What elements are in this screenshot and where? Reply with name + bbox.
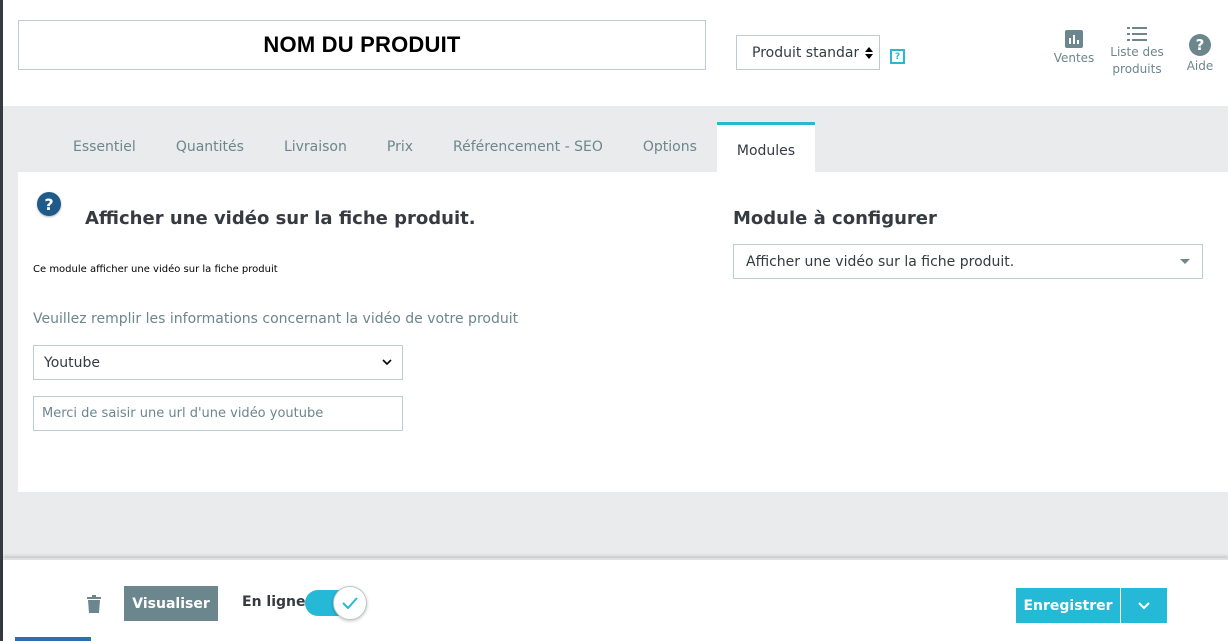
product-type-value: Produit standard (752, 44, 859, 61)
caret-down-icon (1180, 259, 1190, 264)
tool-product-list-label: Liste des produits (1110, 45, 1164, 76)
tab-options[interactable]: Options (623, 122, 717, 172)
module-help-glyph: ? (44, 194, 54, 214)
bottom-accent-bar (15, 637, 91, 641)
product-name-field[interactable]: NOM DU PRODUIT (18, 20, 706, 70)
tool-aide-label: Aide (1186, 59, 1214, 73)
video-url-input[interactable] (33, 396, 403, 431)
module-config-value: Afficher une vidéo sur la fiche produit. (746, 253, 1015, 270)
svg-text:?: ? (1196, 36, 1205, 54)
product-type-help-icon[interactable]: ? (890, 49, 905, 64)
header: NOM DU PRODUIT Produit standard ? Ventes… (3, 0, 1228, 106)
tab-essentiel[interactable]: Essentiel (53, 122, 156, 172)
module-title: Afficher une vidéo sur la fiche produit. (85, 208, 476, 229)
module-description: Ce module afficher une vidéo sur la fich… (33, 264, 278, 275)
tab-prix[interactable]: Prix (367, 122, 433, 172)
module-help-icon[interactable]: ? (37, 192, 61, 216)
help-badge-glyph: ? (894, 51, 901, 62)
sort-arrows-icon (859, 36, 879, 69)
tool-ventes-label: Ventes (1053, 51, 1095, 65)
tab-seo[interactable]: Référencement - SEO (433, 122, 623, 172)
save-button[interactable]: Enregistrer (1016, 588, 1120, 623)
product-tabs: Essentiel Quantités Livraison Prix Référ… (53, 122, 816, 172)
tab-livraison[interactable]: Livraison (264, 122, 367, 172)
list-icon (1127, 27, 1147, 41)
module-instructions: Veuillez remplir les informations concer… (33, 311, 519, 327)
tool-product-list[interactable]: Liste des produits (1107, 26, 1167, 78)
save-options-button[interactable] (1121, 588, 1167, 623)
product-type-select[interactable]: Produit standard (736, 35, 880, 70)
video-source-select[interactable]: Youtube (33, 345, 403, 380)
tab-quantites[interactable]: Quantités (156, 122, 264, 172)
online-label: En ligne (242, 594, 306, 610)
preview-button[interactable]: Visualiser (124, 586, 218, 621)
online-toggle[interactable] (303, 586, 367, 620)
chevron-down-icon (1138, 601, 1150, 609)
product-name-text: NOM DU PRODUIT (263, 32, 461, 57)
chevron-down-icon (382, 359, 392, 366)
content-area: Essentiel Quantités Livraison Prix Référ… (3, 106, 1228, 558)
trash-icon[interactable] (87, 595, 101, 617)
modules-panel: ? Afficher une vidéo sur la fiche produi… (18, 172, 1228, 492)
footer-toolbar: Visualiser En ligne Enregistrer (3, 558, 1228, 641)
tab-modules[interactable]: Modules (716, 122, 816, 172)
bar-chart-icon (1065, 30, 1083, 48)
tool-ventes[interactable]: Ventes (1046, 30, 1102, 67)
video-source-value: Youtube (44, 354, 100, 371)
configure-title: Module à configurer (733, 208, 937, 229)
tool-aide[interactable]: ? Aide (1180, 34, 1220, 75)
module-config-select[interactable]: Afficher une vidéo sur la fiche produit. (733, 244, 1203, 279)
help-icon: ? (1189, 34, 1211, 56)
checkmark-icon (333, 586, 367, 620)
